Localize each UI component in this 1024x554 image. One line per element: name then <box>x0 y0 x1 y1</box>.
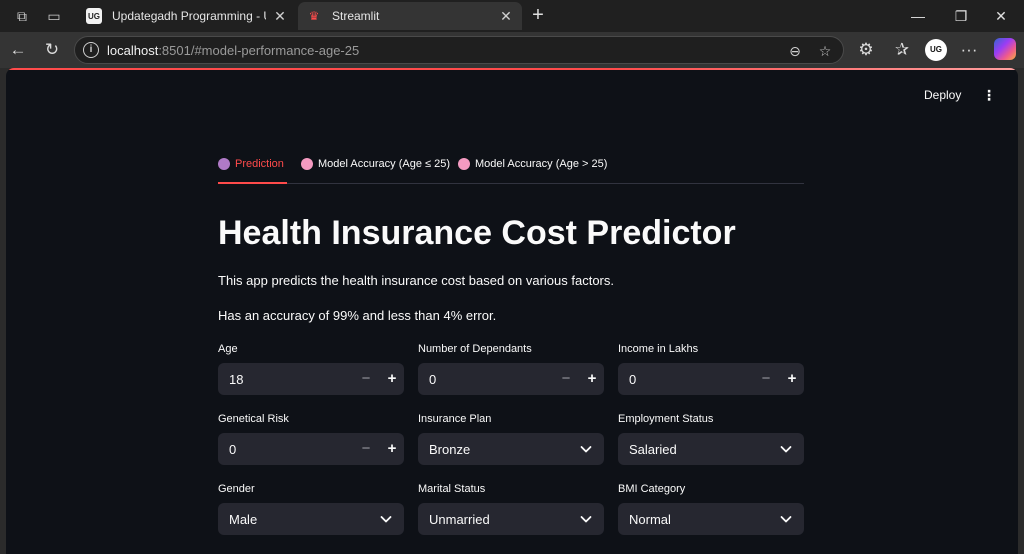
income-label: Income in Lakhs <box>618 343 699 355</box>
browser-tab-title: Updategadh Programming - Upd <box>112 9 266 23</box>
refresh-icon[interactable]: ↻ <box>40 38 64 62</box>
genetic-risk-decrement-button[interactable]: − <box>354 433 378 465</box>
close-tab-icon[interactable]: ✕ <box>498 8 514 25</box>
close-tab-icon[interactable]: ✕ <box>272 8 288 25</box>
dependants-increment-button[interactable]: + <box>580 363 604 395</box>
brain-icon <box>301 158 313 170</box>
insurance-plan-select[interactable]: Bronze <box>418 433 604 465</box>
updategadh-favicon-icon: UG <box>86 8 102 24</box>
age-decrement-button[interactable]: − <box>354 363 378 395</box>
app-top-decoration <box>6 68 1018 70</box>
genetic-risk-input[interactable]: 0 − + <box>218 433 404 465</box>
genetic-risk-increment-button[interactable]: + <box>380 433 404 465</box>
url-text[interactable]: localhost:8501/#model-performance-age-25 <box>107 43 359 58</box>
age-increment-button[interactable]: + <box>380 363 404 395</box>
chevron-down-icon <box>780 446 792 453</box>
brain-icon <box>458 158 470 170</box>
dependants-input[interactable]: 0 − + <box>418 363 604 395</box>
age-input[interactable]: 18 − + <box>218 363 404 395</box>
more-options-icon[interactable]: ··· <box>957 38 981 62</box>
extensions-icon[interactable]: ⚙ <box>854 38 878 62</box>
workspaces-icon[interactable]: ⧉ <box>12 6 32 26</box>
profile-avatar[interactable]: UG <box>925 39 947 61</box>
new-tab-icon[interactable]: + <box>527 4 549 26</box>
chevron-down-icon <box>580 516 592 523</box>
copilot-icon[interactable] <box>994 38 1016 60</box>
app-description: This app predicts the health insurance c… <box>218 273 614 288</box>
app-tabs: Prediction Model Accuracy (Age ≤ 25) Mod… <box>218 156 804 184</box>
income-increment-button[interactable]: + <box>780 363 804 395</box>
marital-label: Marital Status <box>418 483 486 495</box>
age-label: Age <box>218 343 238 355</box>
address-bar[interactable]: i localhost:8501/#model-performance-age-… <box>74 36 844 64</box>
income-input[interactable]: 0 − + <box>618 363 804 395</box>
dependants-decrement-button[interactable]: − <box>554 363 578 395</box>
favorites-icon[interactable]: ✰ <box>890 38 914 62</box>
tab-model-accuracy-young[interactable]: Model Accuracy (Age ≤ 25) <box>301 158 450 184</box>
minimize-icon[interactable]: — <box>895 4 941 28</box>
chevron-down-icon <box>380 516 392 523</box>
zoom-icon[interactable]: ⊖ <box>785 41 805 61</box>
tab-actions-icon[interactable]: ▭ <box>44 6 64 26</box>
bmi-label: BMI Category <box>618 483 686 495</box>
streamlit-app: Deploy ⋮ Prediction Model Accuracy (Age … <box>6 68 1018 554</box>
browser-tab-streamlit[interactable]: ♛ Streamlit ✕ <box>298 2 522 30</box>
gender-label: Gender <box>218 483 255 495</box>
dependants-label: Number of Dependants <box>418 343 532 355</box>
accuracy-note: Has an accuracy of 99% and less than 4% … <box>218 308 497 323</box>
browser-toolbar: ← ↻ i localhost:8501/#model-performance-… <box>0 32 1024 68</box>
deploy-button[interactable]: Deploy <box>924 88 961 102</box>
site-info-icon[interactable]: i <box>83 42 99 58</box>
tab-model-accuracy-rest[interactable]: Model Accuracy (Age > 25) <box>458 158 607 184</box>
page-title: Health Insurance Cost Predictor <box>218 214 736 252</box>
favorite-star-icon[interactable]: ☆ <box>815 41 835 61</box>
browser-tab-strip: ⧉ ▭ UG Updategadh Programming - Upd ✕ ♛ … <box>0 0 1024 32</box>
chevron-down-icon <box>580 446 592 453</box>
back-icon[interactable]: ← <box>6 38 30 62</box>
income-decrement-button[interactable]: − <box>754 363 778 395</box>
gender-select[interactable]: Male <box>218 503 404 535</box>
tab-prediction[interactable]: Prediction <box>218 158 287 184</box>
bmi-select[interactable]: Normal <box>618 503 804 535</box>
employment-label: Employment Status <box>618 413 714 425</box>
genetic-risk-label: Genetical Risk <box>218 413 289 425</box>
streamlit-favicon-icon: ♛ <box>308 9 320 23</box>
employment-select[interactable]: Salaried <box>618 433 804 465</box>
insurance-plan-label: Insurance Plan <box>418 413 492 425</box>
chevron-down-icon <box>780 516 792 523</box>
main-menu-icon[interactable]: ⋮ <box>982 87 996 103</box>
close-window-icon[interactable]: ✕ <box>978 4 1024 28</box>
crystal-ball-icon <box>218 158 230 170</box>
browser-tab-title: Streamlit <box>332 9 380 23</box>
marital-select[interactable]: Unmarried <box>418 503 604 535</box>
browser-tab-updategadh[interactable]: UG Updategadh Programming - Upd ✕ <box>78 2 296 30</box>
